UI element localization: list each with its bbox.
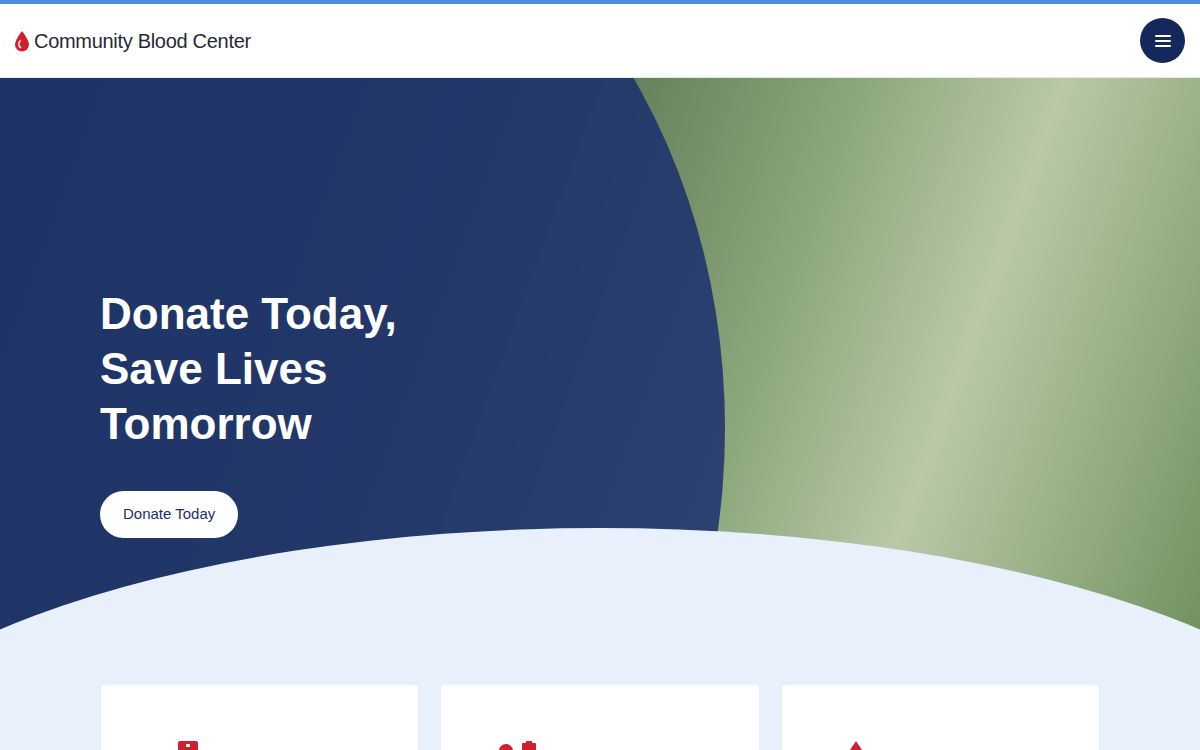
blood-drop-icon bbox=[14, 30, 30, 52]
feature-card[interactable] bbox=[101, 685, 418, 750]
site-header: Community Blood Center bbox=[0, 0, 1200, 78]
donation-icon bbox=[178, 741, 198, 750]
logo[interactable]: Community Blood Center bbox=[14, 26, 251, 56]
hero-title: Donate Today,Save LivesTomorrow bbox=[100, 286, 397, 451]
hero: Donate Today,Save LivesTomorrow Donate T… bbox=[0, 78, 1200, 685]
hero-title-line: Tomorrow bbox=[100, 396, 397, 451]
hamburger-icon bbox=[1154, 34, 1172, 48]
menu-button[interactable] bbox=[1140, 18, 1185, 63]
donate-button[interactable]: Donate Today bbox=[100, 491, 238, 538]
feature-cards bbox=[0, 685, 1200, 750]
hero-content: Donate Today,Save LivesTomorrow Donate T… bbox=[0, 78, 1200, 538]
hero-title-line: Save Lives bbox=[100, 341, 397, 396]
feature-card[interactable] bbox=[441, 685, 758, 750]
feature-card[interactable] bbox=[782, 685, 1099, 750]
logo-text[interactable]: Community Blood Center bbox=[34, 26, 251, 56]
appointment-icon bbox=[498, 741, 538, 750]
blood-drop-icon bbox=[846, 741, 866, 750]
hero-title-line: Donate Today, bbox=[100, 286, 397, 341]
